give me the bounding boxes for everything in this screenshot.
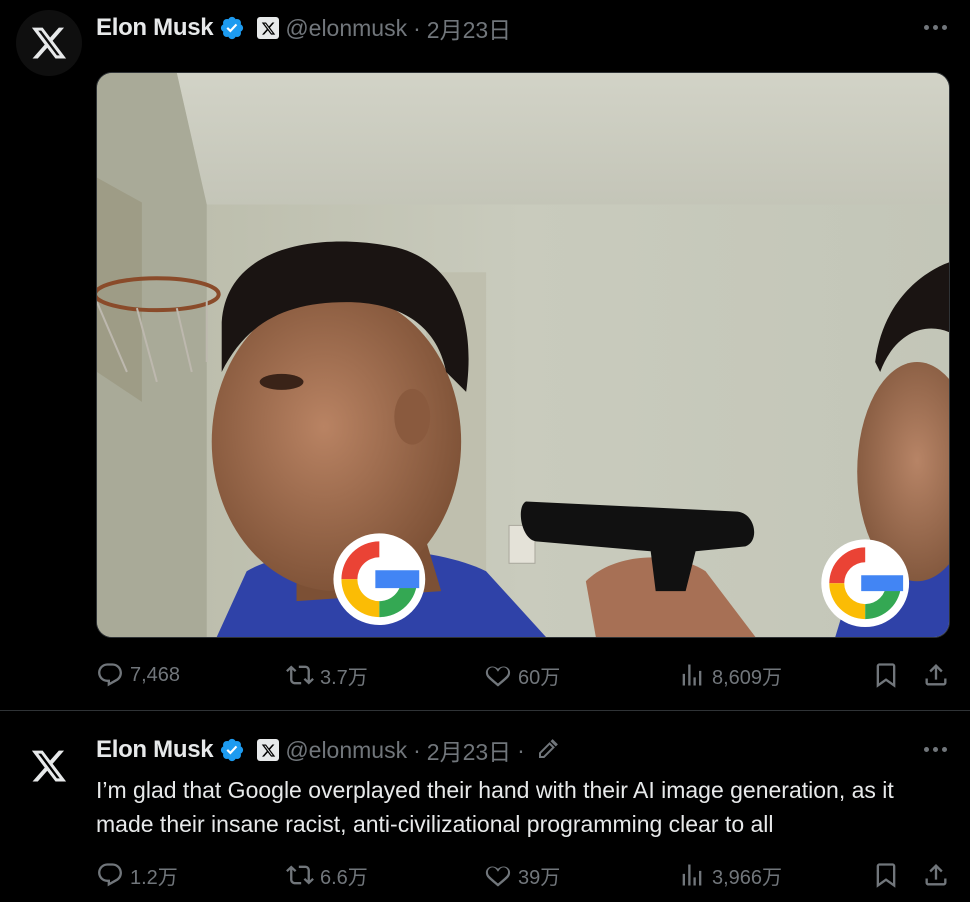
reply-count: 1.2万 [130,866,178,889]
like-count: 39万 [518,866,561,889]
tweet-date[interactable]: 2月23日 [427,11,511,45]
tweet-date[interactable]: 2月23日 [427,733,511,767]
views-count: 8,609万 [712,666,783,689]
x-badge-icon [257,739,280,761]
more-icon[interactable] [918,732,952,766]
reply-icon [98,663,122,687]
retweet-icon [286,665,314,685]
retweet-icon [286,865,314,885]
separator: · [413,14,421,41]
x-logo-icon [31,27,67,59]
views-icon [682,864,702,886]
share-button[interactable] [922,857,950,893]
tweet-text: I’m glad that Google overplayed their ha… [96,777,894,837]
author-name[interactable]: Elon Musk [96,14,214,42]
tweet-header: Elon Musk @elonmusk · 2月23日 [96,11,511,45]
reply-button[interactable]: 7,468 [96,657,180,693]
edit-icon[interactable] [535,738,559,762]
tweet-actions: 7,468 3.7万 60万 8,609万 [96,657,956,693]
avatar[interactable] [16,733,82,799]
share-icon [925,864,947,886]
views-button[interactable]: 8,609万 [678,657,782,693]
bookmark-button[interactable] [872,857,900,893]
more-icon[interactable] [918,10,952,44]
tweet-text-only[interactable]: Elon Musk @elonmusk · 2月23日 · I’m glad t… [0,711,970,902]
views-count: 3,966万 [712,866,783,889]
tweet-image[interactable] [96,72,950,638]
verified-icon[interactable] [219,737,245,763]
like-count: 60万 [518,666,561,689]
bookmark-icon [876,863,896,888]
retweet-count: 6.6万 [320,866,368,889]
retweet-button[interactable]: 6.6万 [286,857,368,893]
separator: · [517,736,525,763]
reply-icon [98,863,122,887]
like-button[interactable]: 39万 [484,857,560,893]
retweet-count: 3.7万 [320,666,368,689]
like-button[interactable]: 60万 [484,657,560,693]
author-handle[interactable]: @elonmusk [285,737,407,764]
avatar[interactable] [16,10,82,76]
like-icon [485,866,511,887]
views-icon [682,664,702,686]
verified-icon[interactable] [219,15,245,41]
bookmark-button[interactable] [872,657,900,693]
tweet-actions: 1.2万 6.6万 39万 3,966万 [96,857,956,893]
author-name[interactable]: Elon Musk [96,736,214,764]
share-icon [925,664,947,686]
tweet-header: Elon Musk @elonmusk · 2月23日 · [96,733,559,767]
google-logo-left [333,533,426,626]
x-logo-icon [31,750,67,782]
separator: · [413,736,421,763]
retweet-button[interactable]: 3.7万 [286,657,368,693]
reply-button[interactable]: 1.2万 [96,857,178,893]
bookmark-icon [876,663,896,688]
google-logo-right [821,539,910,628]
reply-count: 7,468 [130,663,181,686]
share-button[interactable] [922,657,950,693]
tweet-with-image[interactable]: Elon Musk @elonmusk · 2月23日 7,468 3.7万 6… [0,0,970,710]
author-handle[interactable]: @elonmusk [285,15,407,42]
like-icon [485,666,511,687]
views-button[interactable]: 3,966万 [678,857,782,893]
x-badge-icon [257,17,280,39]
